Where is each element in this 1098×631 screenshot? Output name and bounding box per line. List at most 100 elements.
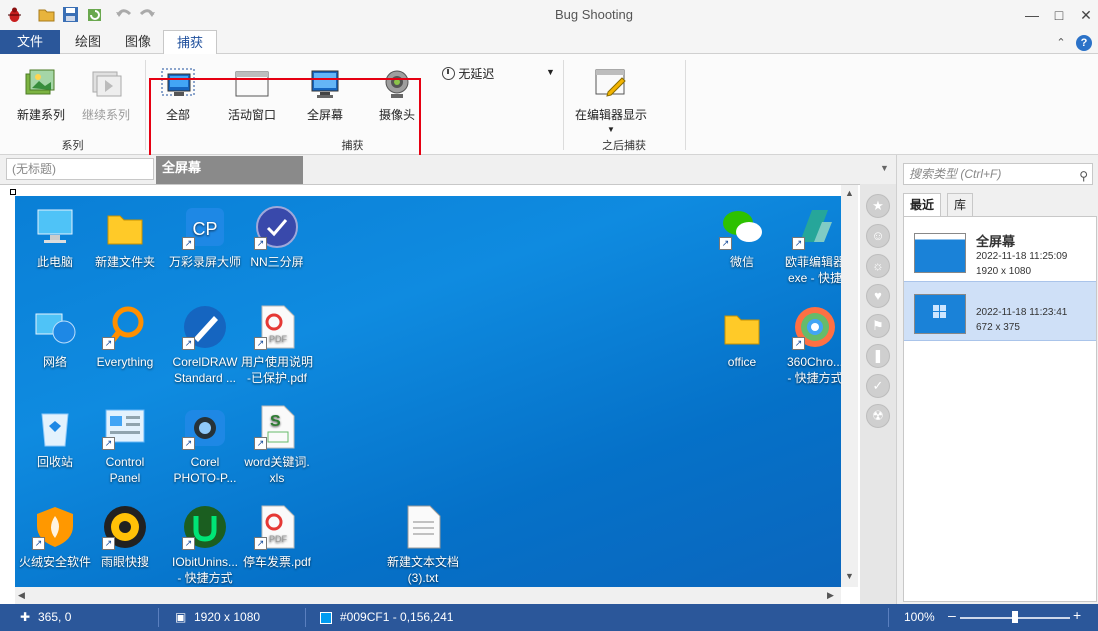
desktop-icon[interactable]: 新建文本文档 (3).txt [383,504,463,586]
shortcut-arrow-icon: ↗ [102,437,115,450]
chevron-down-icon: ▼ [607,125,615,134]
capture-all-button[interactable]: 全部 [152,68,204,123]
desktop-icon-label: word关键词. [244,455,310,469]
desktop-icon[interactable]: ↗ 火绒安全软件 [15,504,95,570]
smiley-icon[interactable]: ☺ [866,224,890,248]
thumbnail [914,233,966,273]
zoom-out-icon[interactable]: – [948,607,956,623]
desktop-icon[interactable]: 网络 [15,304,95,370]
continue-series-button[interactable]: 继续系列 [75,68,137,123]
desktop-icon-label-line2: - 快捷方式 [177,571,233,585]
capture-camera-button[interactable]: 摄像头 [370,68,424,123]
folder-icon [102,204,148,250]
desktop-icon-label: 新建文本文档 [386,555,459,569]
delay-dropdown[interactable]: 无延迟 ▼ [442,65,557,82]
desktop-icon[interactable]: 此电脑 [15,204,95,270]
item-size: 1920 x 1080 [976,266,1032,277]
desktop-icon[interactable]: 回收站 [15,404,95,470]
show-in-editor-label: 在编辑器显示 [574,108,647,122]
shortcut-arrow-icon: ↗ [254,237,267,250]
desktop-icon[interactable]: office [702,304,782,370]
bookmark-icon[interactable]: ❚ [866,344,890,368]
desktop-icon[interactable]: ↗ IObitUnins... - 快捷方式 [165,504,245,586]
tab-list-dropdown-icon[interactable]: ▼ [880,163,889,173]
star-icon[interactable]: ★ [866,194,890,218]
desktop-icon-label: IObitUnins... [171,555,239,569]
desktop-icon[interactable]: ↗ Everything [85,304,165,370]
desktop-icon[interactable]: S ↗ word关键词. xls [237,404,317,486]
maximize-icon[interactable]: □ [1049,6,1069,24]
list-item-selected[interactable]: 2022-11-18 11:23:41 672 x 375 [904,281,1096,341]
tab-image[interactable]: 图像 [116,30,160,54]
search-input[interactable]: 搜索类型 (Ctrl+F) ⚲ [903,163,1093,185]
capture-camera-label: 摄像头 [378,108,415,122]
document-tab-row: (无标题) 全屏幕 ▼ [0,155,900,184]
desktop-icon[interactable]: ↗ Control Panel [85,404,165,486]
radiation-icon[interactable]: ☢ [866,404,890,428]
desktop-icon[interactable]: ↗ 微信 [702,204,782,270]
close-icon[interactable]: ✕ [1076,6,1096,24]
tab-full-screen-document[interactable]: 全屏幕 [156,156,303,184]
desktop-icon[interactable]: ↗ CorelDRAW Standard ... [165,304,245,386]
svg-text:CP: CP [192,219,217,239]
search-icon[interactable]: ⚲ [1079,166,1088,186]
monitor-icon [308,68,342,100]
help-icon[interactable]: ? [1076,35,1092,51]
show-in-editor-button[interactable]: 在编辑器显示 ▼ [570,68,652,134]
scroll-up-icon[interactable]: ▲ [845,188,854,198]
desktop-icon-label: 万彩录屏大师 [168,255,241,269]
shortcut-arrow-icon: ↗ [182,437,195,450]
flag-icon[interactable]: ⚑ [866,314,890,338]
resize-handle[interactable] [10,189,16,195]
new-series-button[interactable]: 新建系列 [10,68,72,123]
tab-library[interactable]: 库 [947,193,974,217]
collapse-ribbon-icon[interactable]: ⌃ [1053,35,1069,51]
tab-file[interactable]: 文件 [0,30,60,54]
list-item[interactable]: 全屏幕 2022-11-18 11:25:09 1920 x 1080 [904,221,1096,281]
shortcut-arrow-icon: ↗ [254,537,267,550]
shortcut-arrow-icon: ↗ [182,337,195,350]
capture-full-screen-button[interactable]: 全屏幕 [296,68,354,123]
capture-group-label: 捕获 [341,140,364,152]
shortcut-arrow-icon: ↗ [254,337,267,350]
desktop-icon-label: 360Chro... [786,355,841,369]
lightbulb-icon[interactable]: ☼ [866,254,890,278]
desktop-icon[interactable]: ↗ 欧菲编辑器 exe - 快捷 [775,204,841,286]
scroll-right-icon[interactable]: ▶ [827,590,834,601]
horizontal-scrollbar[interactable]: ◀ ▶ [15,587,841,604]
tab-draw[interactable]: 绘图 [64,30,112,54]
pixel-color: #009CF1 - 0,156,241 [340,610,454,624]
captured-screenshot[interactable]: 此电脑 新建文件夹 CP ↗ 万彩录屏大师 ↗ NN三分屏 ↗ 微信 ↗ 欧菲编辑器 exe - 快捷… [15,196,841,587]
active-window-icon [235,68,269,100]
heart-icon[interactable]: ♥ [866,284,890,308]
untitled-document-tab[interactable]: (无标题) [6,158,154,180]
desktop-icon[interactable]: PDF ↗ 用户使用说明 -已保护.pdf [237,304,317,386]
scroll-down-icon[interactable]: ▼ [845,571,854,581]
desktop-icon-label: 微信 [729,255,754,269]
continue-series-icon [89,68,123,100]
desktop-icon[interactable]: ↗ Corel PHOTO-P... [165,404,245,486]
tab-recent[interactable]: 最近 [903,193,942,217]
vertical-scrollbar[interactable]: ▲ ▼ [841,185,858,587]
item-size: 672 x 375 [976,322,1020,333]
zoom-slider-thumb[interactable] [1012,611,1018,623]
minimize-icon[interactable]: — [1022,6,1042,24]
capture-active-window-button[interactable]: 活动窗口 [220,68,284,123]
desktop-icon[interactable]: ↗ 雨眼快搜 [85,504,165,570]
desktop-icon[interactable]: CP ↗ 万彩录屏大师 [165,204,245,270]
desktop-icon[interactable]: PDF ↗ 停车发票.pdf [237,504,317,570]
scroll-left-icon[interactable]: ◀ [18,590,25,601]
text-file-icon [400,504,446,550]
checkmark-icon[interactable]: ✓ [866,374,890,398]
control-panel-icon: ↗ [102,404,148,450]
shortcut-arrow-icon: ↗ [102,537,115,550]
tab-capture[interactable]: 捕获 [163,30,217,55]
shortcut-arrow-icon: ↗ [719,237,732,250]
desktop-icon-label: 回收站 [36,455,73,469]
desktop-icon[interactable]: ↗ 360Chro... - 快捷方式 [775,304,841,386]
zoom-in-icon[interactable]: + [1073,607,1081,623]
desktop-icon[interactable]: 新建文件夹 [85,204,165,270]
color-swatch [320,612,332,624]
desktop-icon-label-line2: -已保护.pdf [246,371,307,385]
desktop-icon[interactable]: ↗ NN三分屏 [237,204,317,270]
